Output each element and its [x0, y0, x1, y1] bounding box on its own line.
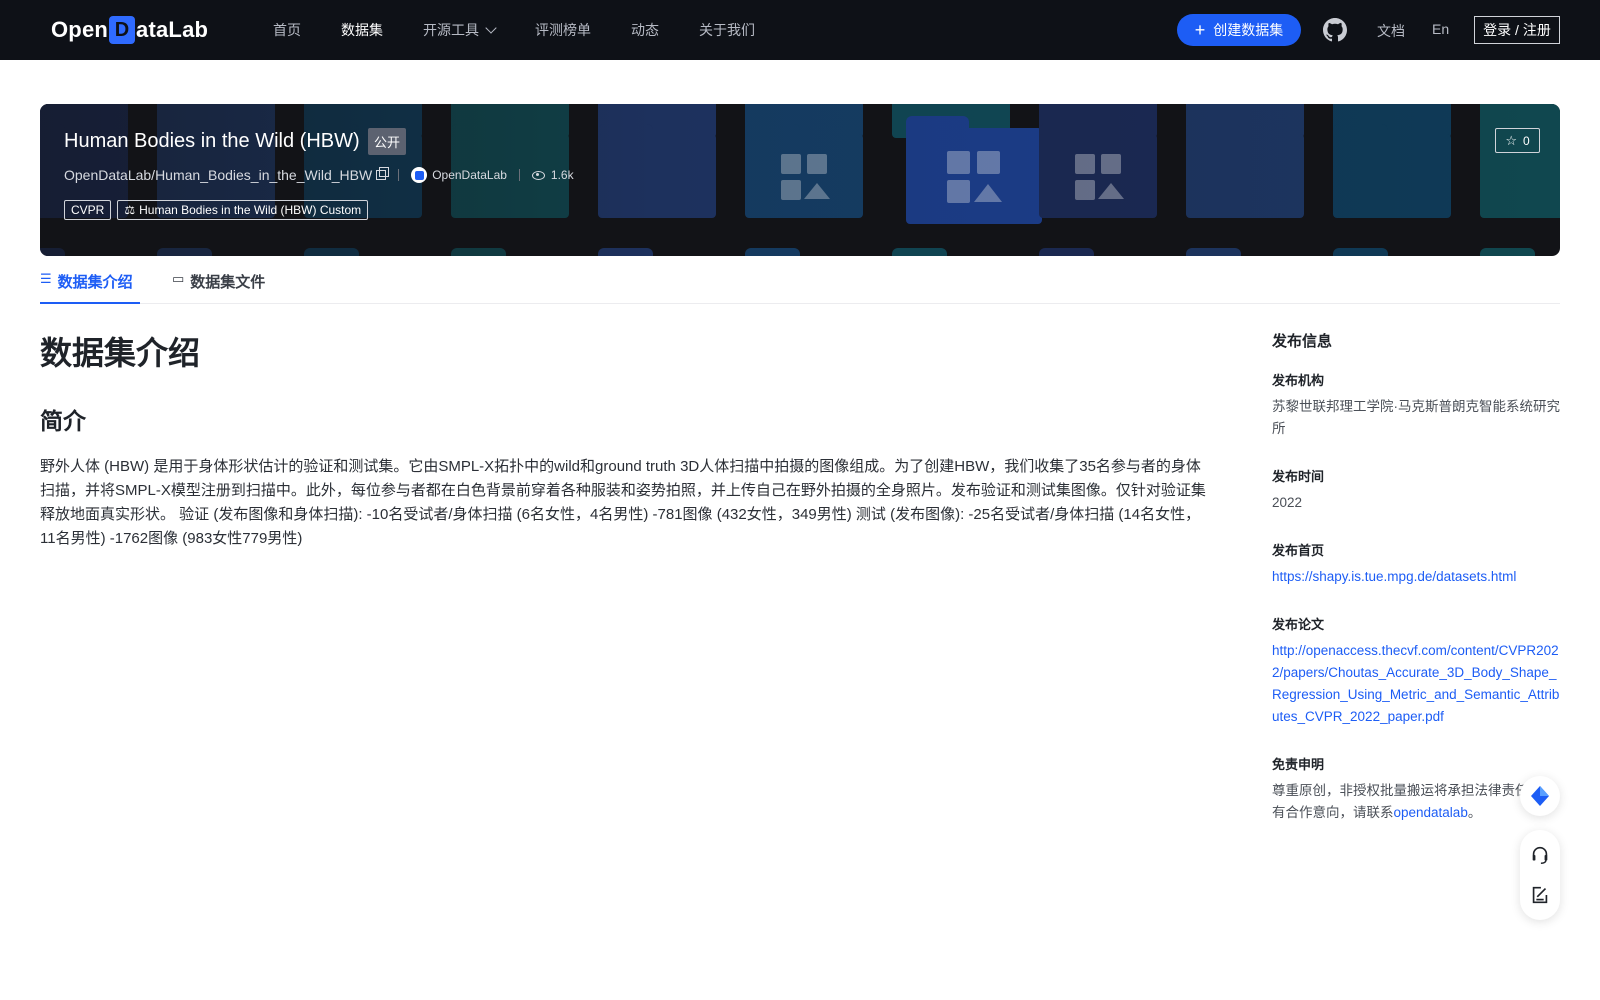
main-nav: 首页 数据集 开源工具 评测榜单 动态 关于我们: [273, 0, 795, 60]
nav-home[interactable]: 首页: [273, 20, 301, 40]
contact-link[interactable]: opendatalab: [1394, 805, 1468, 820]
dataset-tabs: ☰ 数据集介绍 ▭ 数据集文件: [40, 264, 1560, 304]
time-label: 发布时间: [1272, 469, 1325, 484]
docs-link[interactable]: 文档: [1377, 21, 1405, 41]
feedback-button[interactable]: [1520, 875, 1560, 915]
tab-dataset-files[interactable]: ▭ 数据集文件: [172, 264, 282, 304]
top-navbar: Open DataLab 首页 数据集 开源工具 评测榜单 动态 关于我们 + 创…: [0, 0, 1600, 60]
scale-icon: ⚖: [124, 203, 136, 217]
star-count: 0: [1522, 133, 1530, 148]
section-heading: 简介: [40, 408, 86, 434]
login-register-button[interactable]: 登录 / 注册: [1474, 16, 1560, 44]
github-icon[interactable]: [1323, 18, 1347, 42]
support-button[interactable]: [1520, 835, 1560, 875]
nav-leaderboard[interactable]: 评测榜单: [535, 20, 591, 40]
dataset-title: Human Bodies in the Wild (HBW): [64, 130, 360, 152]
floating-toolbar: [1520, 830, 1560, 920]
create-dataset-button[interactable]: + 创建数据集: [1177, 14, 1301, 46]
copy-icon[interactable]: [376, 167, 390, 180]
tag-list: CVPR ⚖ Human Bodies in the Wild (HBW) Cus…: [64, 200, 374, 220]
homepage-label: 发布首页: [1272, 543, 1325, 558]
publish-info-heading: 发布信息: [1272, 333, 1333, 350]
chevron-down-icon: [485, 22, 497, 34]
tag-license[interactable]: ⚖ Human Bodies in the Wild (HBW) Custom: [117, 200, 369, 220]
file-icon: ▭: [172, 271, 185, 286]
time-value: 2022: [1272, 495, 1303, 510]
rocket-icon: [1531, 786, 1549, 806]
rocket-button[interactable]: [1520, 776, 1560, 816]
feedback-icon: [1532, 886, 1548, 904]
org-label: 发布机构: [1272, 373, 1325, 388]
homepage-link[interactable]: https://shapy.is.tue.mpg.de/datasets.htm…: [1272, 566, 1562, 588]
dataset-banner: Human Bodies in the Wild (HBW) 公开 OpenDa…: [40, 104, 1560, 256]
nav-open-source-tools[interactable]: 开源工具: [423, 20, 497, 40]
nav-datasets[interactable]: 数据集: [341, 20, 383, 40]
divider: [518, 169, 520, 181]
star-icon: ☆: [1505, 132, 1517, 148]
nav-about[interactable]: 关于我们: [699, 20, 755, 40]
paper-link[interactable]: http://openaccess.thecvf.com/content/CVP…: [1272, 640, 1562, 728]
org-name[interactable]: OpenDataLab: [432, 168, 507, 182]
tag-cvpr[interactable]: CVPR: [64, 200, 112, 220]
opendatalab-logo[interactable]: Open DataLab: [51, 14, 208, 46]
divider: [398, 169, 400, 181]
logo-d-mark: D: [109, 16, 136, 44]
tab-dataset-intro[interactable]: ☰ 数据集介绍: [40, 264, 140, 304]
disclaimer-label: 免责申明: [1272, 757, 1325, 772]
dataset-description: 野外人体 (HBW) 是用于身体形状估计的验证和测试集。它由SMPL-X拓扑中的…: [40, 458, 1206, 547]
view-count: 1.6k: [550, 168, 574, 182]
org-avatar-icon: [411, 167, 428, 183]
visibility-badge: 公开: [368, 128, 407, 155]
page-title: 数据集介绍: [40, 335, 201, 371]
dataset-path: OpenDataLab/Human_Bodies_in_the_Wild_HBW: [64, 167, 373, 183]
headset-icon: [1532, 846, 1548, 864]
eye-icon: [531, 170, 545, 180]
language-switch[interactable]: En: [1432, 21, 1449, 37]
dataset-meta-row: OpenDataLab/Human_Bodies_in_the_Wild_HBW…: [64, 167, 574, 183]
plus-icon: +: [1194, 20, 1206, 40]
database-icon: ☰: [40, 271, 52, 286]
paper-label: 发布论文: [1272, 617, 1325, 632]
nav-news[interactable]: 动态: [631, 20, 659, 40]
star-button[interactable]: ☆ 0: [1495, 128, 1540, 153]
disclaimer-text: 尊重原创，非授权批量搬运将承担法律责任。如有合作意向，请联系opendatala…: [1272, 783, 1556, 820]
org-value: 苏黎世联邦理工学院·马克斯普朗克智能系统研究所: [1272, 399, 1560, 436]
